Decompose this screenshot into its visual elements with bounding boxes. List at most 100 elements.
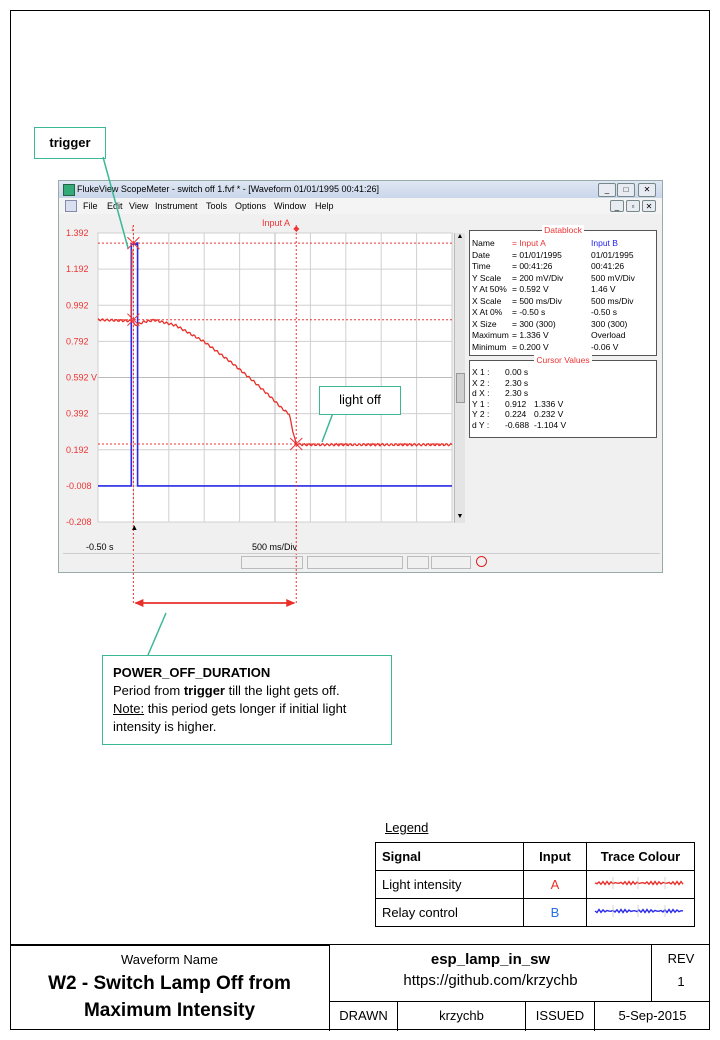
datablock-cell: Date (472, 249, 490, 260)
y-tick-label: 1.192 (66, 264, 89, 274)
datablock-cell: = 01/01/1995 (512, 249, 562, 260)
power-off-line1: Period from trigger till the light gets … (113, 683, 340, 698)
status-bar (63, 553, 660, 570)
trigger-marker-bottom: ▲ (130, 523, 138, 532)
datablock-title: Datablock (542, 225, 584, 235)
trigger-marker-top: ↓ (130, 223, 135, 233)
duration-arrow-head-left (134, 599, 144, 607)
y-tick-label: 1.392 (66, 228, 89, 238)
datablock-cell: Y At 50% (472, 284, 507, 294)
cursor-value-cell: X 1 : (472, 367, 490, 377)
datablock-cell: X At 0% (472, 307, 503, 317)
cursor-value-cell: d X : (472, 388, 490, 398)
datablock-cell: Minimum (472, 341, 507, 352)
datablock-cell: Y Scale (472, 272, 502, 283)
datablock-cell: = 00:41:26 (512, 261, 553, 271)
datablock-cell: Name (472, 238, 495, 248)
cursor-value-cell: 0.00 s (505, 367, 529, 377)
datablock-cell: 300 (300) (591, 318, 628, 329)
duration-arrow-head-right (286, 599, 296, 607)
legend-header-row: Signal Input Trace Colour (375, 842, 695, 871)
cursor-value-cell: 0.912 (505, 398, 527, 409)
power-off-duration-callout: POWER_OFF_DURATION Period from trigger t… (102, 655, 392, 745)
datablock-panel: Datablock Name = Input A Input B Date = 01/0… (469, 225, 657, 356)
datablock-cell: = 0.200 V (512, 341, 549, 352)
y-tick-label: 0.592 V (66, 373, 97, 383)
datablock-cell: = -0.50 s (512, 307, 546, 317)
cursor-marker-top: ◆ (293, 224, 300, 233)
waveform-name-line1: W2 - Switch Lamp Off from (48, 973, 291, 994)
cursor-value-cell: 1.336 V (534, 398, 564, 409)
cursor-value-cell: 0.224 (505, 409, 527, 419)
datablock-cell: = 200 mV/Div (512, 272, 564, 283)
y-tick-label: 0.392 (66, 409, 89, 419)
drawn-value-cell: krzychb (397, 1001, 526, 1031)
project-cell: esp_lamp_in_sw https://github.com/krzych… (329, 945, 652, 1002)
legend-row: Light intensity A (375, 870, 695, 899)
y-tick-label: 0.792 (66, 336, 89, 346)
legend-signal: Relay control (375, 898, 524, 927)
legend-header-input: Input (523, 842, 587, 871)
cursor-values-title: Cursor Values (534, 355, 592, 365)
cursor-value-cell: 2.30 s (505, 377, 529, 388)
y-tick-label: 0.992 (66, 300, 89, 310)
title-block: Waveform Name W2 - Switch Lamp Off from … (10, 944, 710, 1031)
waveform-name-cell: Waveform Name W2 - Switch Lamp Off from … (10, 945, 330, 1031)
cursor-value-cell: Y 1 : (472, 398, 490, 409)
datablock-cell: -0.06 V (591, 341, 619, 352)
rev-cell: REV 1 (651, 945, 710, 1002)
legend-header-signal: Signal (375, 842, 524, 871)
legend-trace-swatch (586, 870, 695, 899)
project-name: esp_lamp_in_sw (430, 951, 551, 968)
datablock-cell: Maximum (472, 330, 509, 340)
cursor-value-cell: 0.232 V (534, 409, 564, 419)
datablock-cell: 00:41:26 (591, 261, 625, 271)
legend-header-trace: Trace Colour (586, 842, 695, 871)
legend-trace-line (594, 880, 684, 886)
y-tick-label: -0.208 (66, 517, 92, 527)
series-input-a-spike (130, 249, 133, 322)
legend-row: Relay control B (375, 898, 695, 927)
legend-signal: Light intensity (375, 870, 524, 899)
y-tick-label: 0.192 (66, 445, 89, 455)
legend-trace-swatch (586, 898, 695, 927)
cursor-value-cell: X 2 : (472, 377, 490, 388)
cursor-value-cell: Y 2 : (472, 409, 490, 419)
rev-label: REV (667, 951, 695, 966)
legend-heading: Legend (385, 820, 429, 835)
x-axis-label-left: -0.50 s (86, 542, 114, 552)
datablock-cell: Time (472, 261, 491, 271)
duration-leader-line (147, 612, 167, 656)
datablock-cell: X Size (472, 318, 497, 329)
light-off-callout-text: light off (339, 392, 381, 407)
rev-value: 1 (677, 974, 685, 989)
drawn-label-cell: DRAWN (329, 1001, 398, 1031)
datablock-cell: = Input A (512, 238, 546, 248)
legend-input: A (523, 870, 587, 899)
power-off-line3: intensity is higher. (113, 719, 217, 734)
input-a-label: Input A (262, 218, 290, 228)
issued-label: ISSUED (535, 1008, 585, 1023)
issued-value: 5-Sep-2015 (618, 1008, 687, 1023)
power-off-note: Note: this period gets longer if initial… (113, 701, 347, 716)
drawn-label: DRAWN (339, 1008, 388, 1023)
legend-input: B (523, 898, 587, 927)
cursor-value-cell: -1.104 V (534, 419, 567, 430)
waveform-name-line2: Maximum Intensity (83, 1000, 256, 1021)
project-url: https://github.com/krzychb (403, 972, 578, 989)
datablock-cell: X Scale (472, 295, 502, 306)
power-off-title: POWER_OFF_DURATION (113, 665, 271, 680)
legend-trace-line (594, 908, 684, 914)
cursor-value-cell: 2.30 s (505, 388, 529, 398)
x-axis-label-center: 500 ms/Div (252, 542, 298, 552)
issued-value-cell: 5-Sep-2015 (594, 1001, 710, 1031)
datablock-cell: = 1.336 V (512, 330, 549, 340)
cursor-value-cell: d Y : (472, 419, 490, 430)
cursor-value-cell: -0.688 (505, 419, 530, 430)
waveform-name-label: Waveform Name (120, 952, 219, 967)
datablock-cell: = 0.592 V (512, 284, 549, 294)
issued-label-cell: ISSUED (525, 1001, 595, 1031)
datablock-cell: Overload (591, 330, 626, 340)
datablock-cell: -0.50 s (591, 307, 617, 317)
datablock-cell: Input B (591, 238, 618, 248)
